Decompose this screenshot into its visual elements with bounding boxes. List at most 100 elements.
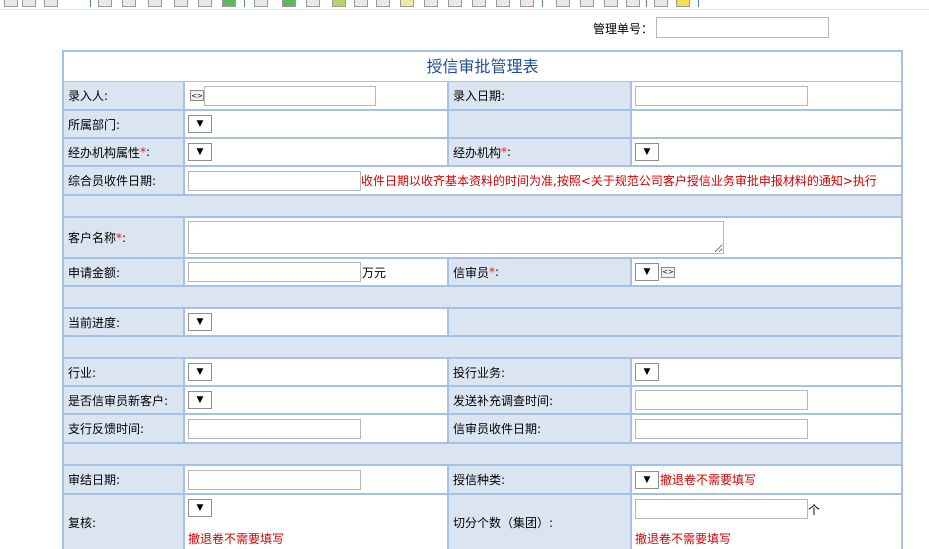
receipt-date-input[interactable] bbox=[188, 170, 361, 191]
toolbar-button[interactable] bbox=[520, 0, 534, 7]
toolbar bbox=[0, 0, 929, 10]
toolbar-button[interactable] bbox=[306, 0, 320, 7]
toolbar-button[interactable] bbox=[44, 0, 58, 7]
toolbar-button[interactable] bbox=[254, 0, 268, 7]
industry-cell: ▼ bbox=[185, 359, 449, 387]
credit-type-note: 撤退卷不需要填写 bbox=[660, 473, 757, 487]
feedback-label-cell: 支行反馈时间: bbox=[64, 415, 185, 444]
recheck-note: 撤退卷不需要填写 bbox=[188, 532, 285, 546]
branch-cell: ▼ bbox=[632, 139, 901, 167]
reviewer-receipt-date-input[interactable] bbox=[635, 418, 808, 439]
toolbar-button[interactable] bbox=[148, 0, 162, 7]
toolbar-button[interactable] bbox=[400, 0, 414, 7]
entry-person-label-cell: 录入人: bbox=[64, 82, 185, 111]
section-separator bbox=[64, 337, 901, 359]
entry-date-input[interactable] bbox=[635, 85, 808, 106]
form-title: 授信审批管理表 bbox=[64, 52, 901, 82]
toolbar-button[interactable] bbox=[556, 0, 570, 7]
customer-name-textarea[interactable] bbox=[188, 221, 724, 254]
amount-input[interactable] bbox=[188, 262, 361, 282]
toolbar-button[interactable] bbox=[354, 0, 368, 7]
credit-type-cell: ▼ 撤退卷不需要填写 bbox=[632, 466, 901, 495]
branch-type-select[interactable]: ▼ bbox=[188, 143, 212, 161]
amount-cell: 万元 bbox=[185, 259, 449, 287]
split-count-unit: 个 bbox=[808, 502, 821, 517]
branch-select[interactable]: ▼ bbox=[635, 143, 659, 161]
conclude-date-cell bbox=[185, 466, 449, 495]
progress-select[interactable]: ▼ bbox=[188, 313, 212, 331]
toolbar-button[interactable] bbox=[122, 0, 136, 7]
new-customer-select[interactable]: ▼ bbox=[188, 391, 212, 409]
toolbar-button[interactable] bbox=[580, 0, 594, 7]
toolbar-button[interactable] bbox=[654, 0, 668, 7]
split-count-label-cell: 切分个数（集团）: bbox=[449, 495, 632, 549]
entry-person-cell: <> bbox=[185, 82, 449, 111]
toolbar-button[interactable] bbox=[4, 0, 18, 7]
toolbar-button[interactable] bbox=[222, 0, 236, 7]
receipt-date-cell: 收件日期以收齐基本资料的时间为准,按照<关于规范公司客户授信业务审批申报材料的通… bbox=[185, 167, 901, 196]
customer-name-cell bbox=[185, 218, 901, 259]
split-count-cell: 个 撤退卷不需要填写 bbox=[632, 495, 901, 549]
amount-unit: 万元 bbox=[362, 265, 387, 280]
conclude-date-label-cell: 审结日期: bbox=[64, 466, 185, 495]
split-count-note: 撤退卷不需要填写 bbox=[635, 532, 732, 546]
toolbar-button[interactable] bbox=[626, 0, 640, 7]
empty-value-cell bbox=[632, 111, 901, 139]
supplement-cell bbox=[632, 387, 901, 415]
toolbar-button[interactable] bbox=[22, 0, 36, 7]
split-count-input[interactable] bbox=[635, 499, 808, 519]
toolbar-button[interactable] bbox=[376, 0, 390, 7]
entry-person-input[interactable] bbox=[204, 85, 376, 106]
reviewer-receipt-cell bbox=[632, 415, 901, 444]
toolbar-button[interactable] bbox=[332, 0, 346, 7]
amount-label-cell: 申请金额: bbox=[64, 259, 185, 287]
credit-approval-form: 授信审批管理表 录入人: <> 录入日期: 所属部门: ▼ 经办机构属性 *: ▼… bbox=[62, 50, 903, 549]
supplement-date-input[interactable] bbox=[635, 390, 808, 410]
toolbar-button[interactable] bbox=[472, 0, 486, 7]
recheck-label-cell: 复核: bbox=[64, 495, 185, 549]
receipt-date-note: 收件日期以收齐基本资料的时间为准,按照<关于规范公司客户授信业务审批申报材料的通… bbox=[361, 174, 877, 188]
feedback-cell bbox=[185, 415, 449, 444]
dept-label-cell: 所属部门: bbox=[64, 111, 185, 139]
customer-name-label-cell: 客户名称 *: bbox=[64, 218, 185, 259]
branch-label-cell: 经办机构 *: bbox=[449, 139, 632, 167]
toolbar-button[interactable] bbox=[282, 0, 296, 7]
toolbar-button[interactable] bbox=[604, 0, 618, 7]
toolbar-button[interactable] bbox=[424, 0, 438, 7]
new-customer-label-cell: 是否信审员新客户: bbox=[64, 387, 185, 415]
progress-blank-cell bbox=[449, 309, 901, 337]
credit-type-select[interactable]: ▼ bbox=[635, 470, 659, 489]
investbank-label-cell: 投行业务: bbox=[449, 359, 632, 387]
conclude-date-input[interactable] bbox=[188, 469, 361, 490]
section-separator bbox=[64, 196, 901, 218]
dept-select[interactable]: ▼ bbox=[188, 115, 212, 133]
section-separator bbox=[64, 287, 901, 309]
reviewer-label-cell: 信审员 *: bbox=[449, 259, 632, 287]
industry-label-cell: 行业: bbox=[64, 359, 185, 387]
toolbar-button[interactable] bbox=[98, 0, 112, 7]
management-number-input[interactable] bbox=[656, 17, 829, 38]
toolbar-button[interactable] bbox=[174, 0, 188, 7]
progress-label-cell: 当前进度: bbox=[64, 309, 185, 337]
toolbar-button[interactable] bbox=[448, 0, 462, 7]
entry-date-cell bbox=[632, 82, 901, 111]
dept-cell: ▼ bbox=[185, 111, 449, 139]
investbank-select[interactable]: ▼ bbox=[635, 363, 659, 381]
recheck-select[interactable]: ▼ bbox=[188, 499, 212, 517]
reviewer-receipt-label-cell: 信审员收件日期: bbox=[449, 415, 632, 444]
industry-select[interactable]: ▼ bbox=[188, 363, 212, 381]
user-picker-icon[interactable]: <> bbox=[190, 90, 204, 101]
reviewer-cell: ▼ <> bbox=[632, 259, 901, 287]
reviewer-select[interactable]: ▼ bbox=[635, 263, 659, 281]
split-count-input-row: 个 bbox=[635, 499, 820, 519]
receipt-date-label-cell: 综合员收件日期: bbox=[64, 167, 185, 196]
progress-cell: ▼ bbox=[185, 309, 449, 337]
toolbar-button[interactable] bbox=[676, 0, 690, 7]
toolbar-button[interactable] bbox=[496, 0, 510, 7]
supplement-label-cell: 发送补充调查时间: bbox=[449, 387, 632, 415]
section-separator bbox=[64, 444, 901, 466]
feedback-date-input[interactable] bbox=[188, 418, 361, 439]
user-picker-icon[interactable]: <> bbox=[661, 266, 675, 278]
toolbar-button[interactable] bbox=[198, 0, 212, 7]
entry-date-label-cell: 录入日期: bbox=[449, 82, 632, 111]
